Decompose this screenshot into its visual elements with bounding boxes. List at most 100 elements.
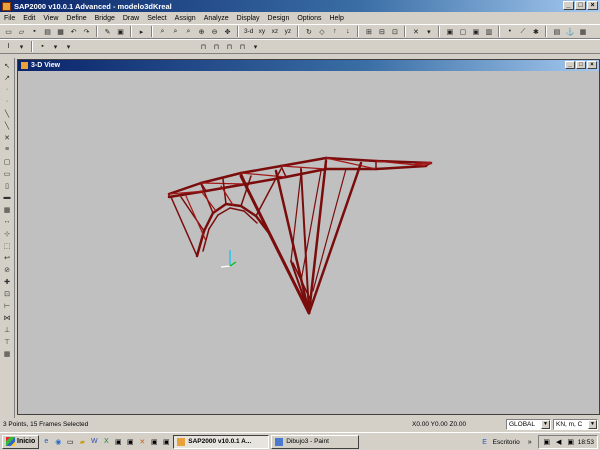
frame-type-icon[interactable]: ⊓ xyxy=(198,41,209,52)
zoom-previous-icon[interactable]: ⌕ xyxy=(183,26,194,37)
snap-perp-icon[interactable]: ⊥ xyxy=(2,324,13,335)
save-icon[interactable]: ▪ xyxy=(29,26,40,37)
reference-point-icon[interactable]: ⊹ xyxy=(2,228,13,239)
redo-icon[interactable]: ↷ xyxy=(81,26,92,37)
units-select[interactable]: KN, m, C ▼ xyxy=(553,419,598,430)
section-cut-icon[interactable]: ▦ xyxy=(2,204,13,215)
display-loads-icon[interactable]: ⊟ xyxy=(376,26,387,37)
clear-selection-icon[interactable]: ⊘ xyxy=(2,264,13,275)
frame-member[interactable] xyxy=(200,190,217,212)
print-preview-icon[interactable]: ▦ xyxy=(55,26,66,37)
rect-area-icon[interactable]: ▭ xyxy=(2,168,13,179)
draw-point-icon[interactable]: · xyxy=(2,96,13,107)
dropdown-arrow-icon[interactable]: ▾ xyxy=(50,41,61,52)
frame-member[interactable] xyxy=(274,169,311,315)
menu-select[interactable]: Select xyxy=(147,15,166,22)
menu-help[interactable]: Help xyxy=(329,15,343,22)
frame-member[interactable] xyxy=(204,182,248,193)
coord-system-select[interactable]: GLOBAL ▼ xyxy=(506,419,551,430)
app-icon[interactable]: ▣ xyxy=(149,437,159,447)
new-file-icon[interactable]: ▭ xyxy=(3,26,14,37)
e-icon[interactable]: E xyxy=(480,437,490,447)
draw-point-icon[interactable]: · xyxy=(2,84,13,95)
menu-view[interactable]: View xyxy=(43,15,58,22)
snap-fine-grid-icon[interactable]: ▦ xyxy=(2,348,13,359)
grid-snap-icon[interactable]: ✱ xyxy=(530,26,541,37)
network-icon[interactable]: ▣ xyxy=(542,437,552,447)
frame-member[interactable] xyxy=(280,165,327,170)
print-icon[interactable]: ▤ xyxy=(42,26,53,37)
display-undeformed-icon[interactable]: ⊞ xyxy=(363,26,374,37)
frame-member[interactable] xyxy=(199,171,243,185)
task-paint[interactable]: Dibujo3 - Paint xyxy=(271,434,360,449)
excel-icon[interactable]: X xyxy=(101,437,111,447)
menu-file[interactable]: File xyxy=(4,15,15,22)
rotate-view-icon[interactable]: ↻ xyxy=(303,26,314,37)
frame-member[interactable] xyxy=(374,164,428,171)
menu-options[interactable]: Options xyxy=(297,15,321,22)
anchor-icon[interactable]: ⚓ xyxy=(564,26,575,37)
cursor-select-icon[interactable]: I xyxy=(3,41,14,52)
frame-props-icon[interactable]: ▣ xyxy=(444,26,455,37)
app-icon[interactable]: ▣ xyxy=(161,437,171,447)
draw-frame-icon[interactable]: ╲ xyxy=(2,108,13,119)
desktop-toolbar-label[interactable]: Escritorio xyxy=(493,439,520,446)
more-icon[interactable]: ▾ xyxy=(63,41,74,52)
app-icon[interactable]: ▣ xyxy=(125,437,135,447)
design-icon[interactable]: ▤ xyxy=(551,26,562,37)
frame-member[interactable] xyxy=(414,161,433,166)
select-all-icon[interactable]: ⬚ xyxy=(2,240,13,251)
quick-area-icon[interactable]: ▯ xyxy=(2,180,13,191)
menu-design[interactable]: Design xyxy=(268,15,290,22)
dropdown-arrow-icon[interactable]: ▾ xyxy=(250,41,261,52)
load-cases-icon[interactable]: ▥ xyxy=(483,26,494,37)
output-table-icon[interactable]: ▦ xyxy=(577,26,588,37)
app-icon[interactable]: ▣ xyxy=(113,437,123,447)
get-previous-icon[interactable]: ↩ xyxy=(2,252,13,263)
sap-quicklaunch-icon[interactable]: ✕ xyxy=(137,437,147,447)
solid-icon[interactable]: ▬ xyxy=(2,192,13,203)
frame-member[interactable] xyxy=(229,207,245,212)
zoom-window-icon[interactable]: ⌕ xyxy=(157,26,168,37)
zoom-out-icon[interactable]: ⊖ xyxy=(209,26,220,37)
pointer-icon[interactable]: ↖ xyxy=(2,60,13,71)
frame-member[interactable] xyxy=(202,211,215,233)
volume-icon[interactable]: ◀ xyxy=(554,437,564,447)
view-minimize-button[interactable]: _ xyxy=(565,61,575,69)
show-stress-icon[interactable]: ▾ xyxy=(423,26,434,37)
dimension-icon[interactable]: ↔ xyxy=(2,216,13,227)
portal-type-icon[interactable]: ⊓ xyxy=(237,41,248,52)
dropdown-arrow-icon[interactable]: ▾ xyxy=(16,41,27,52)
link-props-icon[interactable]: ▣ xyxy=(470,26,481,37)
snap-intersect-icon[interactable]: ⋈ xyxy=(2,312,13,323)
move-up-icon[interactable]: ↑ xyxy=(329,26,340,37)
security-icon[interactable]: ▣ xyxy=(566,437,576,447)
frame-member[interactable] xyxy=(279,156,328,168)
menu-edit[interactable]: Edit xyxy=(23,15,35,22)
joint-snap-icon[interactable]: • xyxy=(504,26,515,37)
view-xy-button[interactable]: xy xyxy=(256,26,267,37)
move-down-icon[interactable]: ↓ xyxy=(342,26,353,37)
frame-member[interactable] xyxy=(170,196,198,257)
truss-type-icon[interactable]: ⊓ xyxy=(211,41,222,52)
view-restore-button[interactable]: □ xyxy=(576,61,586,69)
refresh-pencil-icon[interactable]: ✎ xyxy=(102,26,113,37)
close-button[interactable]: × xyxy=(587,1,598,10)
frame-member[interactable] xyxy=(290,172,302,262)
view-xz-button[interactable]: xz xyxy=(269,26,280,37)
quick-frame-icon[interactable]: ╲ xyxy=(2,120,13,131)
intersecting-line-icon[interactable]: ✚ xyxy=(2,276,13,287)
desktop-icon[interactable]: ▭ xyxy=(65,437,75,447)
open-folder-icon[interactable]: ▱ xyxy=(16,26,27,37)
outlook-icon[interactable]: ◉ xyxy=(53,437,63,447)
explorer-icon[interactable]: ▰ xyxy=(77,437,87,447)
display-deformed-icon[interactable]: ⊡ xyxy=(389,26,400,37)
beam-type-icon[interactable]: ⊓ xyxy=(224,41,235,52)
menu-bridge[interactable]: Bridge xyxy=(95,15,115,22)
menu-assign[interactable]: Assign xyxy=(175,15,196,22)
view-yz-button[interactable]: yz xyxy=(282,26,293,37)
line-snap-icon[interactable]: ⟋ xyxy=(517,26,528,37)
frame-member[interactable] xyxy=(255,168,282,217)
view-close-button[interactable]: × xyxy=(587,61,597,69)
start-button[interactable]: Inicio xyxy=(2,434,40,449)
